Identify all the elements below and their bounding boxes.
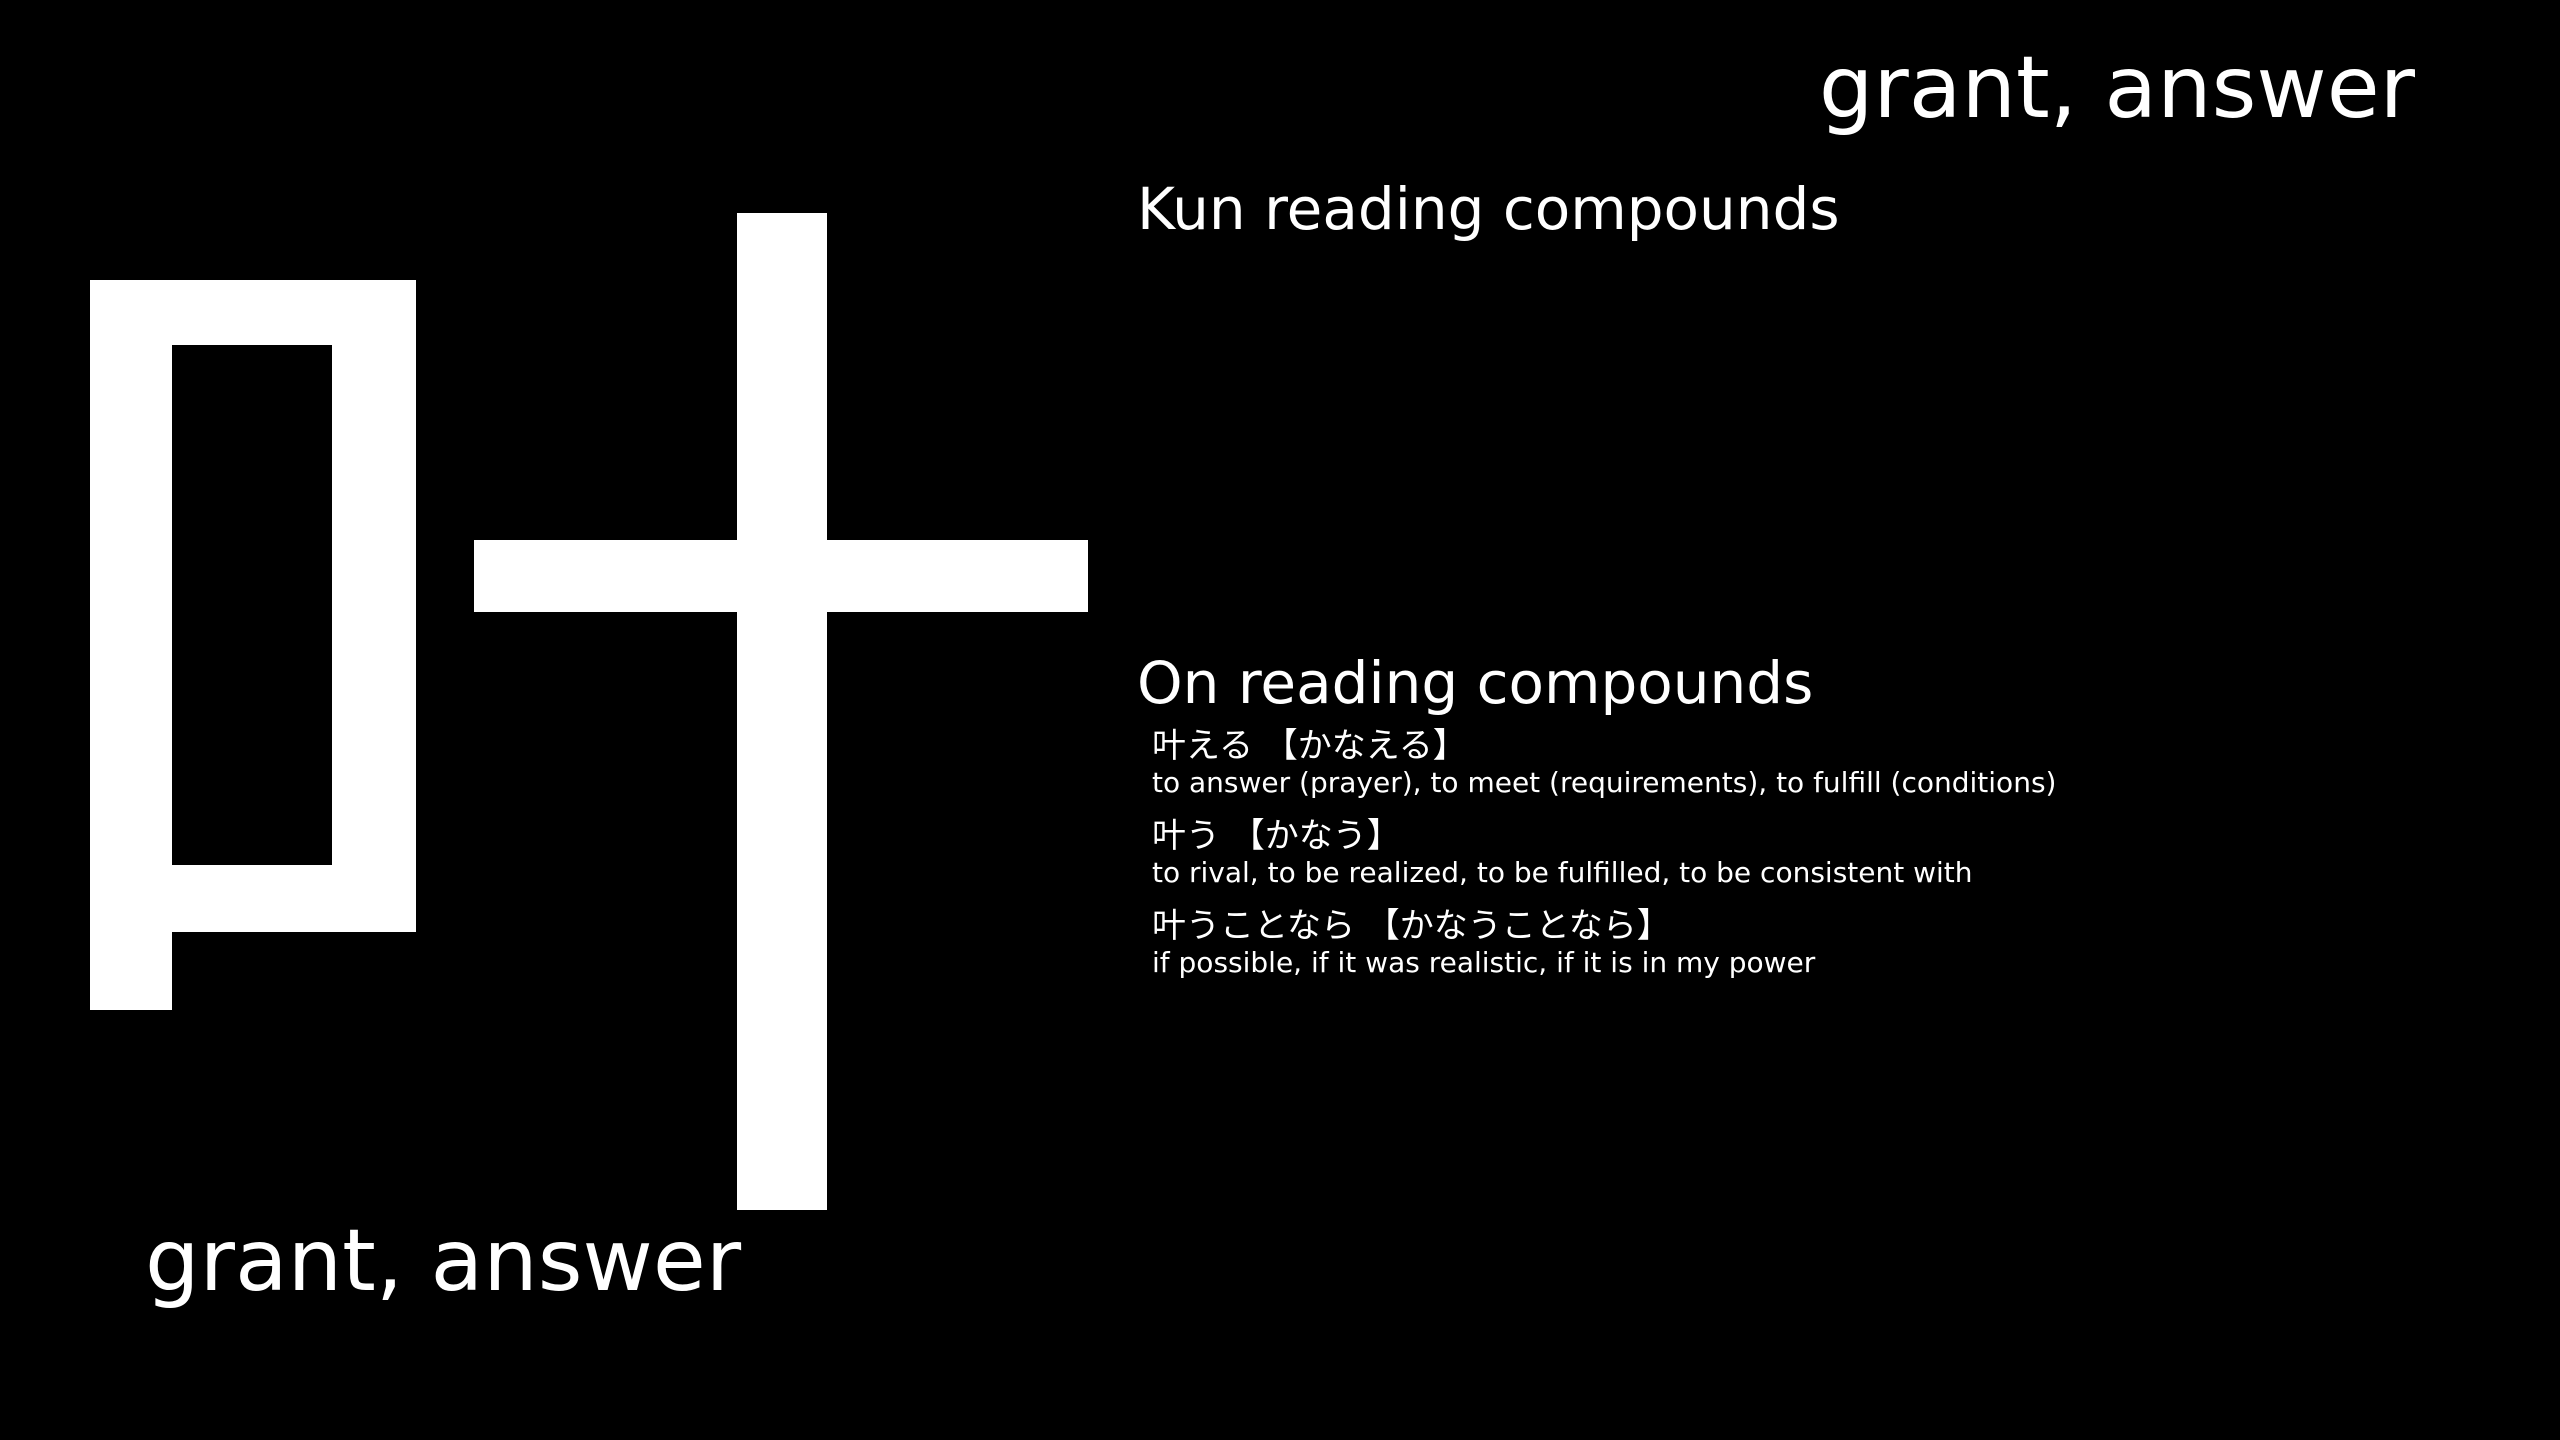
compound-definition: to rival, to be realized, to be fulfille… — [1152, 856, 1973, 889]
kanji-mouth-bottom-stroke — [90, 865, 416, 932]
compound-term: 叶うことなら 【かなうことなら】 — [1152, 906, 1671, 946]
on-reading-heading: On reading compounds — [1137, 649, 1814, 717]
meaning-title-top: grant, answer — [1818, 38, 2415, 138]
compound-item: 叶う 【かなう】 to rival, to be realized, to be… — [1152, 816, 2532, 890]
compound-term: 叶う 【かなう】 — [1152, 816, 1401, 856]
kun-reading-heading: Kun reading compounds — [1137, 175, 1840, 243]
compound-definition: to answer (prayer), to meet (requirement… — [1152, 766, 2057, 799]
meaning-title-bottom: grant, answer — [145, 1211, 742, 1311]
kanji-mouth-right-stroke — [332, 280, 416, 932]
kanji-cross-vertical-stroke — [737, 213, 827, 1210]
compound-definition: if possible, if it was realistic, if it … — [1152, 946, 1816, 979]
kanji-glyph — [90, 213, 1088, 1210]
compound-item: 叶える 【かなえる】 to answer (prayer), to meet (… — [1152, 726, 2532, 800]
compound-item: 叶うことなら 【かなうことなら】 if possible, if it was … — [1152, 906, 2532, 980]
compound-term: 叶える 【かなえる】 — [1152, 726, 1467, 766]
on-compounds-list: 叶える 【かなえる】 to answer (prayer), to meet (… — [1152, 726, 2532, 996]
